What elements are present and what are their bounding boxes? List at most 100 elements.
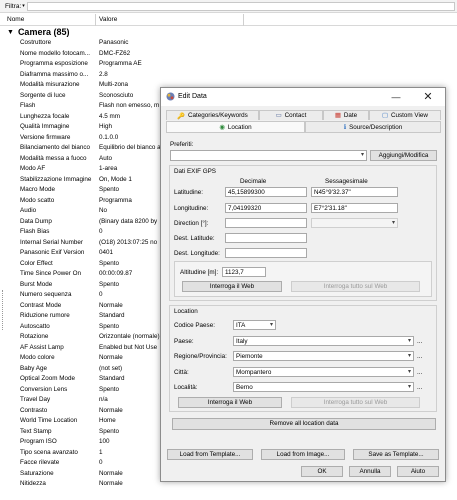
row-name: Conversion Lens xyxy=(20,385,68,393)
column-value-header[interactable]: Valore xyxy=(99,16,117,23)
city-more-button[interactable]: ... xyxy=(417,369,422,376)
longitude-decimal-input[interactable]: 7,04199320 xyxy=(225,203,307,213)
row-name: Facce rilevate xyxy=(20,459,60,466)
location-group-title: Location xyxy=(174,308,198,315)
row-name: Versione firmware xyxy=(20,133,71,141)
dest-latitude-label: Dest. Latitude: xyxy=(174,235,215,242)
locality-select[interactable]: Berno ▾ xyxy=(233,382,414,392)
add-edit-favorites-button[interactable]: Aggiungi/Modifica xyxy=(370,150,437,161)
row-name: Burst Mode xyxy=(20,280,53,288)
tab-custom-view[interactable]: ▢ Custom View xyxy=(369,110,441,120)
chevron-down-icon: ▾ xyxy=(360,152,364,158)
direction-input[interactable] xyxy=(225,218,307,228)
table-row[interactable]: Nome modello fotocam... DMC-FZ62 xyxy=(0,49,457,60)
region-select[interactable]: Piemonte ▾ xyxy=(233,351,414,361)
edit-data-dialog: Edit Data — ✕ 🔑 Categories/Keywords ▭ Co… xyxy=(160,87,446,482)
row-name: Data Dump xyxy=(20,217,52,225)
table-row[interactable]: Diaframma massimo o... 2.8 xyxy=(0,70,457,81)
tab-categories-keywords[interactable]: 🔑 Categories/Keywords xyxy=(166,110,259,120)
info-icon: ℹ xyxy=(343,123,347,131)
row-name: Color Effect xyxy=(20,259,53,267)
load-from-template-button[interactable]: Load from Template... xyxy=(167,449,253,460)
tab-source-description[interactable]: ℹ Source/Description xyxy=(305,121,441,132)
row-name: Audio xyxy=(20,207,37,214)
country-select[interactable]: Italy ▾ xyxy=(233,336,414,346)
latitude-sexagesimal-input[interactable]: N45°9'32.37" xyxy=(311,187,398,197)
locality-value: Berno xyxy=(236,384,253,391)
row-name: Diaframma massimo o... xyxy=(20,70,89,78)
tab-label: Categories/Keywords xyxy=(187,112,248,119)
row-name: Text Stamp xyxy=(20,427,52,435)
row-name: Macro Mode xyxy=(20,186,55,193)
dest-longitude-input[interactable] xyxy=(225,248,307,258)
query-web-button[interactable]: Interroga il Web xyxy=(182,281,282,292)
row-name: Stabilizzazione Immagine xyxy=(20,175,92,183)
row-name: Travel Day xyxy=(20,396,51,403)
expand-triangle-icon[interactable]: ▼ xyxy=(7,29,14,36)
country-more-button[interactable]: ... xyxy=(417,338,422,345)
row-name: Flash xyxy=(20,102,36,109)
save-as-template-button[interactable]: Save as Template... xyxy=(353,449,439,460)
chevron-down-icon: ▾ xyxy=(407,353,411,359)
filter-input[interactable] xyxy=(27,2,455,11)
row-name: World Time Location xyxy=(20,417,78,424)
direction-label: Direction [°]: xyxy=(174,220,209,227)
city-select[interactable]: Mompantero ▾ xyxy=(233,367,414,377)
tab-strip: 🔑 Categories/Keywords ▭ Contact ▦ Date ▢… xyxy=(166,110,441,132)
chevron-down-icon: ▾ xyxy=(391,220,395,226)
cancel-button[interactable]: Annulla xyxy=(349,466,391,477)
category-camera[interactable]: ▼ Camera (85) xyxy=(0,26,69,38)
row-name: Costruttore xyxy=(20,39,52,46)
row-name: Contrasto xyxy=(20,406,48,414)
location-query-all-web-button[interactable]: Interroga tutto sul Web xyxy=(291,397,420,408)
favorites-label: Preferiti: xyxy=(170,141,194,148)
decimal-column-label: Decimale xyxy=(240,178,267,185)
row-name: Numero sequenza xyxy=(20,291,72,298)
altitude-input[interactable]: 1123,7 xyxy=(222,267,266,277)
query-all-web-button[interactable]: Interroga tutto sul Web xyxy=(291,281,420,292)
region-more-button[interactable]: ... xyxy=(417,353,422,360)
row-name: Program ISO xyxy=(20,438,57,445)
chevron-down-icon[interactable]: ▾ xyxy=(22,3,25,9)
app-icon xyxy=(166,92,175,103)
tab-label: Contact xyxy=(284,112,307,119)
row-name: Nitidezza xyxy=(20,480,46,487)
tab-contact[interactable]: ▭ Contact xyxy=(259,110,323,120)
direction-ref-select[interactable]: ▾ xyxy=(311,218,398,228)
sexagesimal-column-label: Sessagesimale xyxy=(325,178,368,185)
longitude-sexagesimal-input[interactable]: E7°2'31.18" xyxy=(311,203,398,213)
location-query-web-button[interactable]: Interroga il Web xyxy=(178,397,282,408)
chevron-down-icon: ▾ xyxy=(407,338,411,344)
load-from-image-button[interactable]: Load from Image... xyxy=(261,449,345,460)
row-value: DMC-FZ62 xyxy=(99,49,131,57)
table-row[interactable]: Costruttore Panasonic xyxy=(0,38,457,49)
row-name: Optical Zoom Mode xyxy=(20,375,75,382)
minimize-icon[interactable]: — xyxy=(387,90,405,104)
splitter-dots[interactable] xyxy=(2,290,3,330)
table-row[interactable]: Programma esposizione Programma AE xyxy=(0,59,457,70)
help-button[interactable]: Aiuto xyxy=(397,466,439,477)
tab-location[interactable]: ◉ Location xyxy=(166,121,305,132)
calendar-icon: ▦ xyxy=(334,112,341,119)
region-value: Piemonte xyxy=(236,353,263,360)
tab-date[interactable]: ▦ Date xyxy=(323,110,369,120)
row-name: Saturazione xyxy=(20,469,54,477)
ok-button[interactable]: OK xyxy=(301,466,343,477)
column-divider[interactable] xyxy=(95,14,96,26)
dialog-titlebar[interactable]: Edit Data — ✕ xyxy=(161,88,445,106)
row-name: Autoscatto xyxy=(20,322,50,330)
country-code-select[interactable]: ITA ▾ xyxy=(233,320,276,330)
row-name: Modalità misurazione xyxy=(20,81,80,88)
row-name: Modo colore xyxy=(20,354,55,361)
contact-card-icon: ▭ xyxy=(275,112,282,119)
column-name-header[interactable]: Nome xyxy=(7,16,24,23)
dest-latitude-input[interactable] xyxy=(225,233,307,243)
row-name: Sorgente di luce xyxy=(20,91,66,99)
latitude-decimal-input[interactable]: 45,15899300 xyxy=(225,187,307,197)
remove-location-data-button[interactable]: Remove all location data xyxy=(172,418,436,430)
column-divider[interactable] xyxy=(243,14,244,26)
locality-more-button[interactable]: ... xyxy=(417,384,422,391)
close-icon[interactable]: ✕ xyxy=(419,90,437,104)
row-name: Riduzione rumore xyxy=(20,312,70,319)
favorites-select[interactable]: ▾ xyxy=(170,150,367,161)
